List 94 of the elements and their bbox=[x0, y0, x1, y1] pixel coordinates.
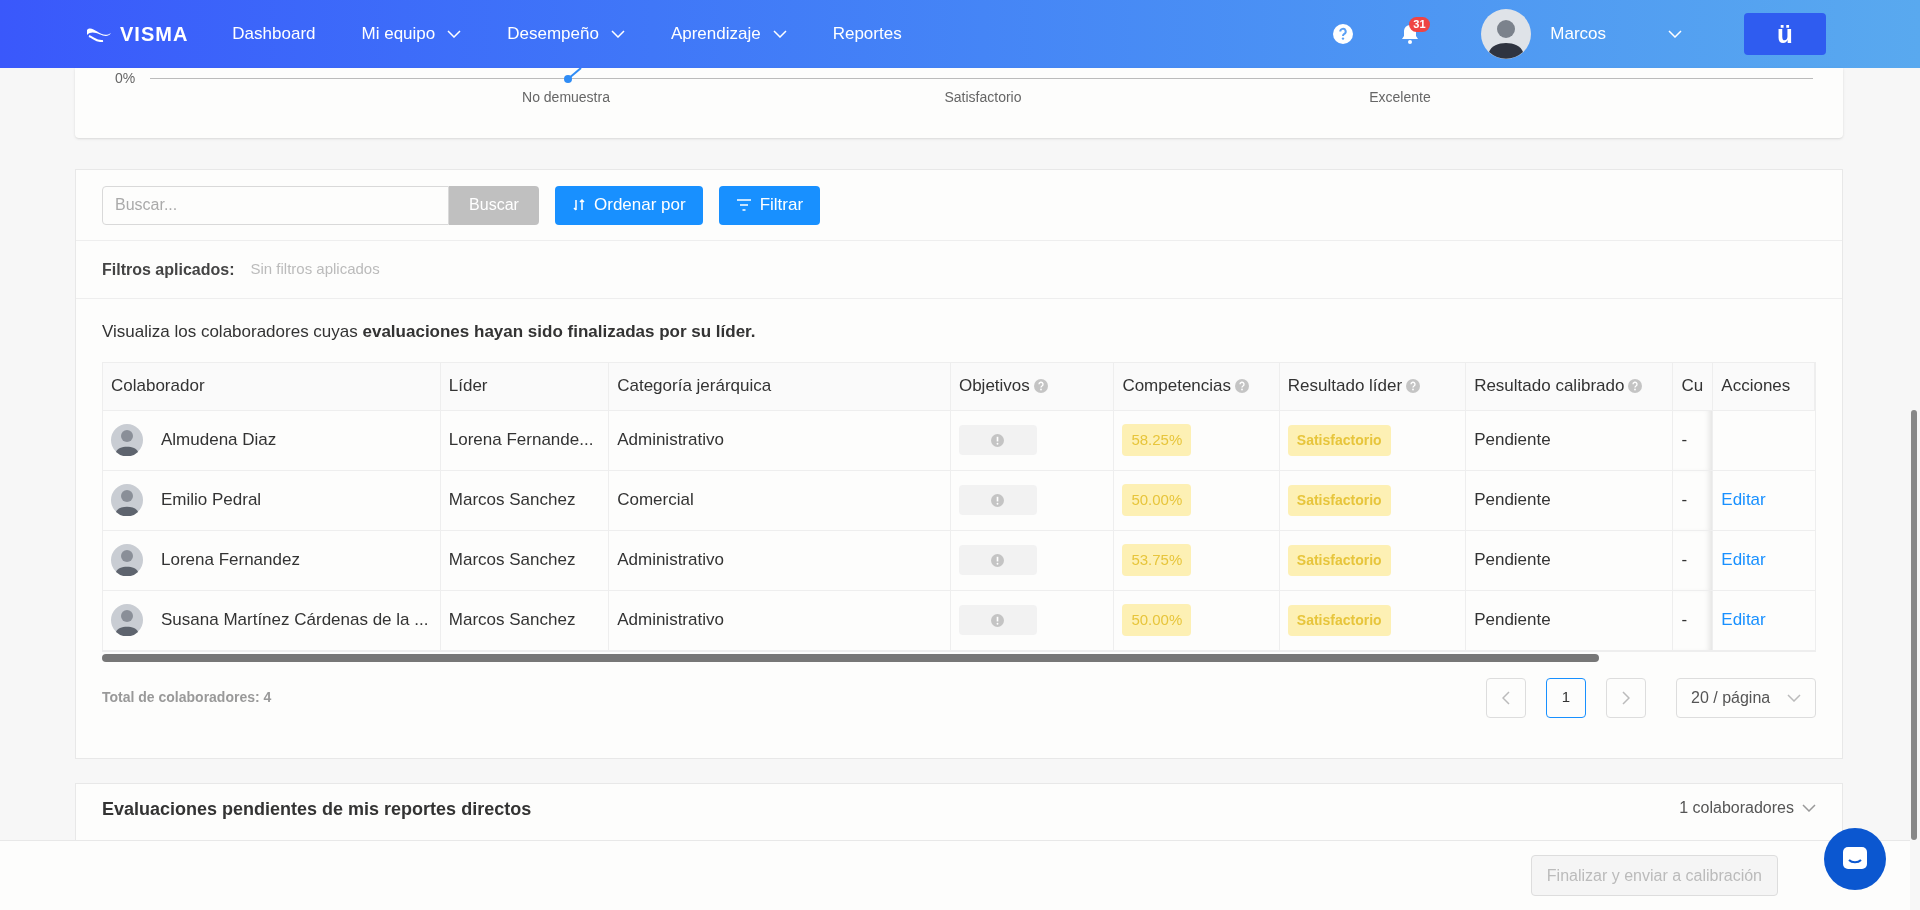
table-cell-text: Almudena Diaz bbox=[161, 429, 277, 452]
table-cell-text: Marcos Sanchez bbox=[448, 549, 576, 572]
page-button[interactable]: 1 bbox=[1546, 677, 1586, 718]
filter-button[interactable]: Filtrar bbox=[718, 185, 821, 225]
warning-icon bbox=[991, 433, 1005, 447]
logo-icon bbox=[86, 26, 112, 42]
column-header: Acciones bbox=[1721, 375, 1791, 398]
chevron-down-icon bbox=[1787, 693, 1801, 702]
chevron-down-icon bbox=[610, 30, 625, 38]
table-cell-text: Administrativo bbox=[617, 549, 724, 572]
page-size-select[interactable]: 20 / página bbox=[1676, 677, 1816, 718]
edit-link[interactable]: Editar bbox=[1721, 547, 1766, 573]
chevron-left-icon bbox=[1502, 690, 1510, 705]
horizontal-scrollbar[interactable] bbox=[102, 653, 1599, 662]
column-header: Resultado líder bbox=[1287, 375, 1403, 398]
axis-label: Satisfactorio bbox=[943, 88, 1023, 107]
result-tag: Satisfactorio bbox=[1287, 424, 1391, 456]
avatar bbox=[111, 484, 143, 516]
table-cell-text: Pendiente bbox=[1474, 429, 1551, 452]
table-cell-text: - bbox=[1681, 429, 1688, 452]
table-cell-text: Pendiente bbox=[1474, 489, 1551, 512]
chevron-down-icon bbox=[772, 30, 787, 38]
chevron-down-icon bbox=[1802, 804, 1816, 812]
table-cell-text: Pendiente bbox=[1474, 549, 1551, 572]
column-header: Objetivos bbox=[958, 375, 1030, 398]
table-cell-text: Susana Martínez Cárdenas de la ... bbox=[161, 609, 429, 632]
nav-link[interactable]: Aprendizaje bbox=[670, 21, 787, 47]
table-cell-text: Emilio Pedral bbox=[161, 489, 262, 512]
nav-link[interactable]: Mi equipo bbox=[361, 21, 462, 47]
filters-label: Filtros aplicados: bbox=[102, 259, 235, 280]
chevron-right-icon bbox=[1622, 690, 1630, 705]
column-header: Resultado calibrado bbox=[1474, 375, 1625, 398]
table-cell-text: Administrativo bbox=[617, 429, 724, 452]
logo-text: VISMA bbox=[120, 22, 189, 47]
filters-value: Sin filtros aplicados bbox=[250, 259, 380, 280]
table-cell-text: - bbox=[1681, 609, 1688, 632]
chevron-down-icon bbox=[1668, 30, 1682, 38]
table-cell-text: Lorena Fernandez bbox=[161, 549, 300, 572]
user-avatar[interactable] bbox=[1481, 9, 1532, 59]
column-header: Cu bbox=[1681, 375, 1704, 398]
column-header: Colaborador bbox=[111, 375, 205, 398]
description-text: Visualiza los colaboradores cuyas evaluaciones hayan sido finalizadas por su líder. bbox=[102, 321, 756, 343]
avatar bbox=[111, 544, 143, 576]
score-tag: 50.00% bbox=[1122, 603, 1192, 637]
avatar bbox=[111, 424, 143, 456]
result-tag: Satisfactorio bbox=[1287, 544, 1391, 576]
table-cell-text: Marcos Sanchez bbox=[448, 489, 576, 512]
chevron-down-icon bbox=[447, 30, 462, 38]
previous-page-button[interactable] bbox=[1486, 677, 1526, 718]
nav-link[interactable]: Dashboard bbox=[232, 21, 316, 47]
edit-link[interactable]: Editar bbox=[1721, 607, 1766, 633]
chat-icon bbox=[1842, 846, 1868, 872]
nav-link[interactable]: Reportes bbox=[832, 21, 902, 47]
app-button[interactable]: ü bbox=[1744, 13, 1826, 55]
help-icon[interactable] bbox=[1628, 379, 1643, 393]
table-cell-text: - bbox=[1681, 549, 1688, 572]
edit-link[interactable]: Editar bbox=[1721, 487, 1766, 513]
axis-label: 0% bbox=[115, 69, 136, 88]
warning-icon bbox=[991, 613, 1005, 627]
column-header: Competencias bbox=[1122, 375, 1232, 398]
table-cell-text: Pendiente bbox=[1474, 609, 1551, 632]
filter-icon bbox=[735, 199, 752, 211]
sort-button[interactable]: Ordenar por bbox=[555, 185, 703, 225]
warning-icon bbox=[991, 493, 1005, 507]
axis-label: No demuestra bbox=[521, 88, 611, 107]
sort-icon bbox=[572, 198, 586, 212]
result-tag: Satisfactorio bbox=[1287, 484, 1391, 516]
table-cell-text: Comercial bbox=[617, 489, 694, 512]
help-icon[interactable] bbox=[1235, 379, 1250, 393]
help-icon[interactable] bbox=[1406, 379, 1421, 393]
notification-badge: 31 bbox=[1409, 17, 1430, 32]
avatar bbox=[111, 604, 143, 636]
axis-label: Excelente bbox=[1368, 88, 1432, 107]
table-cell-text: Marcos Sanchez bbox=[448, 609, 576, 632]
warning-icon bbox=[991, 553, 1005, 567]
user-name[interactable]: Marcos bbox=[1550, 21, 1606, 47]
column-header: Categoría jerárquica bbox=[617, 375, 772, 398]
search-field[interactable]: Buscar... bbox=[102, 185, 449, 225]
collaborators-count[interactable]: 1 colaboradores bbox=[1679, 796, 1816, 820]
help-icon[interactable] bbox=[1033, 379, 1048, 393]
column-header: Líder bbox=[448, 375, 488, 398]
section-title: Evaluaciones pendientes de mis reportes directos bbox=[102, 798, 532, 821]
score-tag: 50.00% bbox=[1122, 483, 1192, 517]
help-icon[interactable] bbox=[1333, 24, 1354, 44]
table-cell-text: Administrativo bbox=[617, 609, 724, 632]
result-tag: Satisfactorio bbox=[1287, 604, 1391, 636]
next-page-button[interactable] bbox=[1606, 677, 1646, 718]
score-tag: 58.25% bbox=[1122, 423, 1192, 457]
table-cell-text: - bbox=[1681, 489, 1688, 512]
nav-link[interactable]: Desempeño bbox=[507, 21, 625, 47]
total-count: Total de colaboradores: 4 bbox=[102, 688, 272, 707]
page-scrollbar[interactable] bbox=[1911, 410, 1917, 840]
table-cell-text: Lorena Fernande... bbox=[448, 429, 594, 452]
score-tag: 53.75% bbox=[1122, 543, 1192, 577]
